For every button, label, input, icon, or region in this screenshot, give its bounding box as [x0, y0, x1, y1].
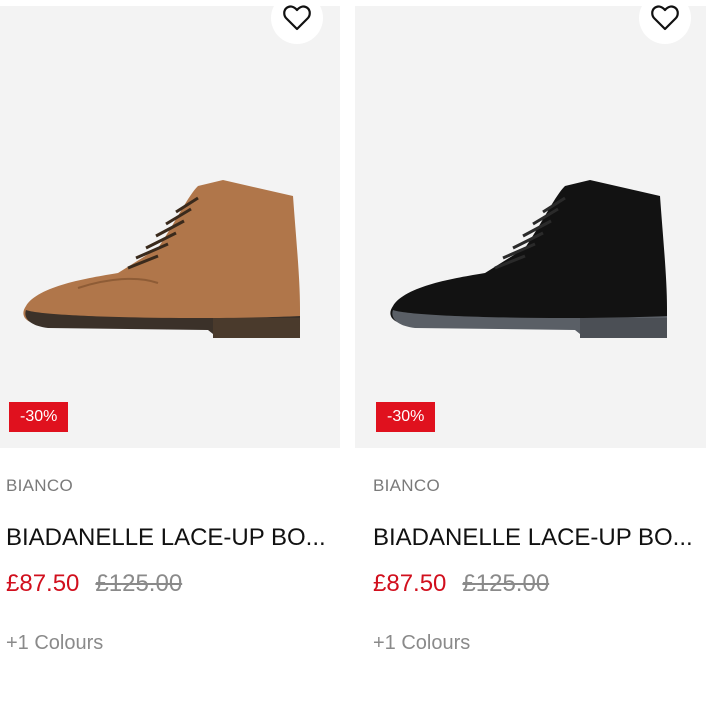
- sale-price: £87.50: [373, 570, 447, 597]
- price-row: £87.50 £125.00: [373, 570, 549, 598]
- colour-count[interactable]: +1 Colours: [373, 632, 470, 655]
- product-card[interactable]: -30% BIANCO BIADANELLE LACE-UP BO... £87…: [355, 0, 706, 728]
- original-price: £125.00: [462, 570, 550, 597]
- discount-badge: -30%: [9, 402, 69, 432]
- heart-outline-icon: [651, 5, 679, 31]
- product-brand: BIANCO: [373, 476, 440, 495]
- tan-suede-boot-image: [23, 180, 300, 338]
- product-image-area[interactable]: -30%: [355, 6, 706, 448]
- colour-count[interactable]: +1 Colours: [6, 632, 103, 655]
- product-card[interactable]: -30% BIANCO BIADANELLE LACE-UP BO... £87…: [0, 0, 340, 728]
- discount-badge: -30%: [376, 402, 436, 432]
- price-row: £87.50 £125.00: [6, 570, 182, 598]
- product-image-area[interactable]: -30%: [0, 6, 340, 448]
- original-price: £125.00: [95, 570, 183, 597]
- product-brand: BIANCO: [6, 476, 73, 495]
- black-suede-boot-image: [390, 180, 667, 338]
- sale-price: £87.50: [6, 570, 80, 597]
- heart-outline-icon: [283, 5, 311, 31]
- product-name[interactable]: BIADANELLE LACE-UP BO...: [373, 524, 693, 552]
- product-name[interactable]: BIADANELLE LACE-UP BO...: [6, 524, 326, 552]
